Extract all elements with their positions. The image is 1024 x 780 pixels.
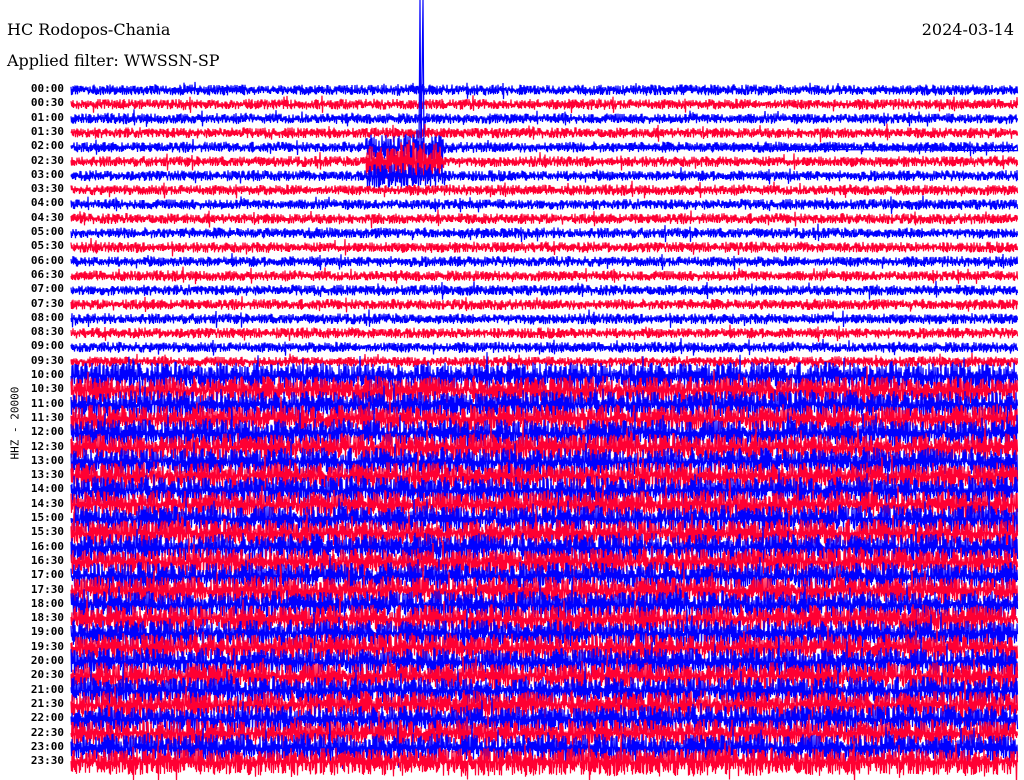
helicorder-plot (70, 0, 1019, 780)
trace-0800 (70, 309, 1019, 328)
trace-0300 (70, 162, 1019, 189)
trace-0200 (70, 0, 1019, 164)
trace-0500 (70, 223, 1019, 243)
trace-0630 (70, 266, 1019, 285)
trace-0600 (70, 253, 1019, 271)
trace-0730 (70, 296, 1019, 313)
trace-0100 (70, 109, 1019, 127)
trace-0130 (70, 123, 1019, 143)
trace-0530 (70, 237, 1019, 257)
trace-0030 (70, 95, 1019, 114)
trace-0830 (70, 324, 1019, 342)
trace-0000 (70, 81, 1019, 100)
trace-0900 (70, 338, 1019, 356)
trace-0430 (70, 209, 1019, 229)
trace-0330 (70, 180, 1019, 199)
trace-0700 (70, 280, 1019, 300)
trace-0400 (70, 195, 1019, 214)
